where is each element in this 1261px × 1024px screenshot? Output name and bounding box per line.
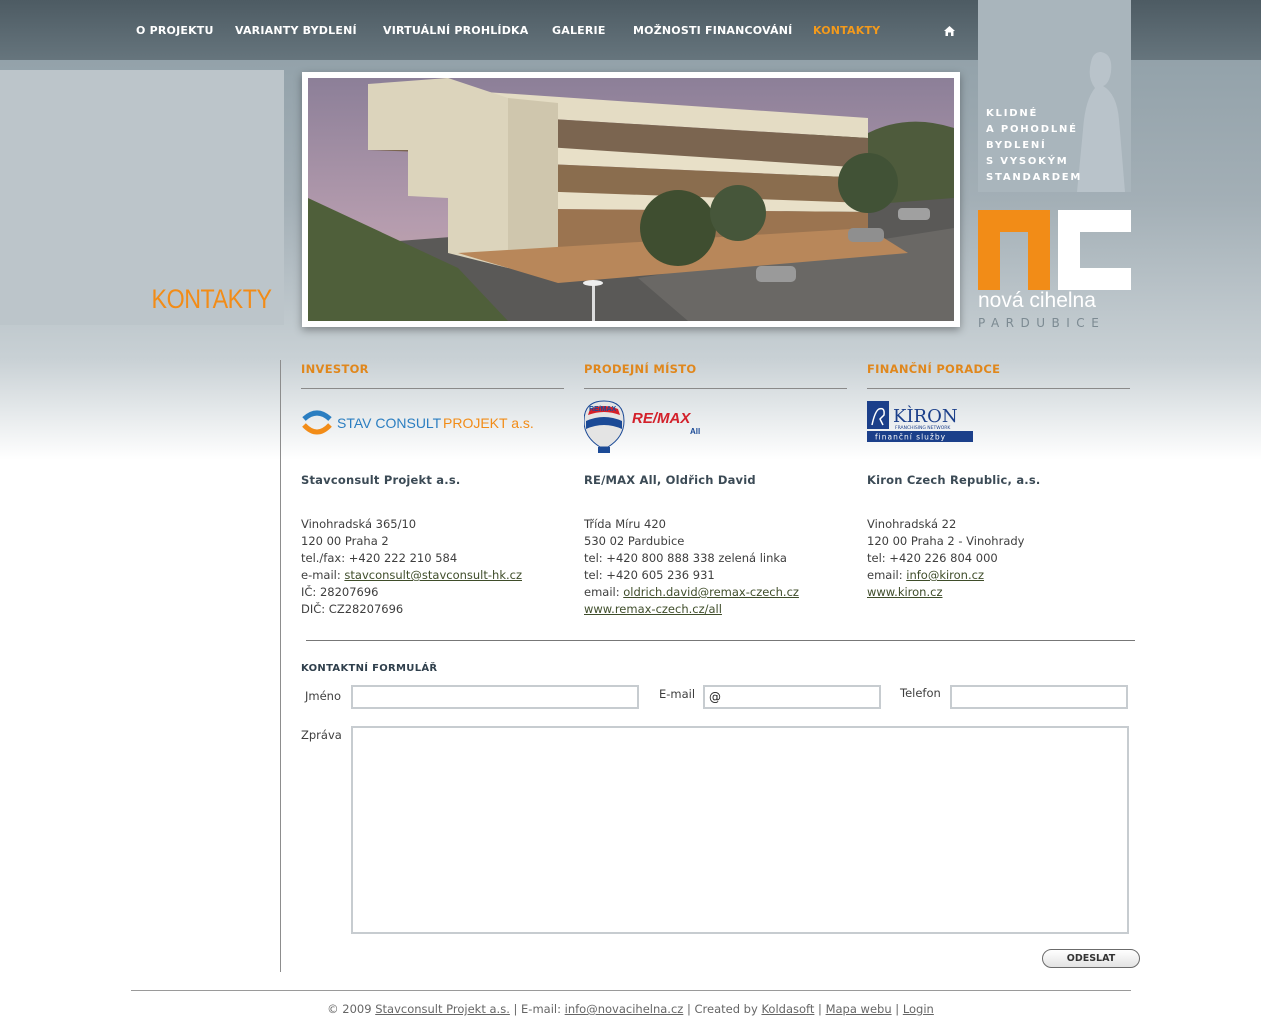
email-line: email: oldrich.david@remax-czech.cz bbox=[584, 584, 847, 601]
contact-column-investor: INVESTOR STAV CONSULT PROJEKT a.s. Stavc… bbox=[301, 362, 564, 618]
company-name: Kiron Czech Republic, a.s. bbox=[867, 473, 1041, 487]
address-line: 120 00 Praha 2 bbox=[301, 534, 389, 548]
kiron-logo-icon: KÌRON FRANCHISING NETWORK finanční služb… bbox=[867, 401, 973, 442]
web-link[interactable]: www.kiron.cz bbox=[867, 585, 943, 599]
logo-text-part: RE/MAX bbox=[632, 410, 691, 427]
column-heading: INVESTOR bbox=[301, 362, 564, 389]
logo-text-part: finanční služby bbox=[875, 433, 946, 442]
footer-sitemap-link[interactable]: Mapa webu bbox=[826, 1002, 892, 1016]
tagline-line: A POHODLNÉ bbox=[986, 124, 1078, 135]
logo-subtext: PARDUBICE bbox=[978, 316, 1105, 330]
logo-text-part: FRANCHISING NETWORK bbox=[895, 425, 951, 431]
tagline: KLIDNÉ A POHODLNÉ BYDLENÍ S VYSOKÝM STAN… bbox=[986, 106, 1126, 186]
email-link[interactable]: info@kiron.cz bbox=[906, 568, 984, 582]
web-link[interactable]: www.remax-czech.cz/all bbox=[584, 602, 722, 616]
phone-line: tel: +420 605 236 931 bbox=[584, 568, 715, 582]
tagline-line: STANDARDEM bbox=[986, 172, 1083, 183]
nav-item-galerie[interactable]: GALERIE bbox=[552, 24, 606, 37]
footer-divider bbox=[131, 990, 1131, 991]
logo-text-part: RE/MAX bbox=[589, 406, 617, 413]
kiron-logo: KÌRON FRANCHISING NETWORK finanční služb… bbox=[867, 399, 1130, 463]
phone-line: tel: +420 800 888 338 zelená linka bbox=[584, 551, 787, 565]
contact-column-financni-poradce: FINANČNÍ PORADCE KÌRON FRANCHISING NETWO… bbox=[867, 362, 1130, 601]
section-divider bbox=[306, 640, 1135, 641]
logo-text-part: STAV CONSULT bbox=[337, 415, 442, 431]
address-line: Třída Míru 420 bbox=[584, 517, 666, 531]
nav-item-moznosti-financovani[interactable]: MOŽNOSTI FINANCOVÁNÍ bbox=[633, 24, 792, 37]
submit-button[interactable]: ODESLAT bbox=[1042, 949, 1140, 968]
email-label: E-mail bbox=[659, 687, 696, 701]
hero-building-image bbox=[308, 78, 954, 321]
nav-item-kontakty[interactable]: KONTAKTY bbox=[813, 24, 880, 37]
address-line: 530 02 Pardubice bbox=[584, 534, 685, 548]
phone-line: tel: +420 226 804 000 bbox=[867, 551, 998, 565]
home-icon[interactable] bbox=[943, 24, 956, 37]
email-label: email: bbox=[867, 568, 907, 582]
email-line: email: info@kiron.cz bbox=[867, 567, 1130, 584]
footer-created-by: | Created by bbox=[683, 1002, 762, 1016]
stav-consult-logo-icon: STAV CONSULT PROJEKT a.s. bbox=[302, 410, 534, 435]
tagline-line: BYDLENÍ bbox=[986, 140, 1047, 151]
email-label: e-mail: bbox=[301, 568, 345, 582]
logo-text-part: KÌRON bbox=[893, 404, 958, 427]
email-field[interactable] bbox=[703, 685, 881, 709]
message-label: Zpráva bbox=[301, 728, 342, 742]
email-link[interactable]: oldrich.david@remax-czech.cz bbox=[623, 585, 799, 599]
phone-label: Telefon bbox=[900, 686, 941, 700]
footer-creator-link[interactable]: Koldasoft bbox=[761, 1002, 814, 1016]
column-heading: PRODEJNÍ MÍSTO bbox=[584, 362, 847, 389]
hero-image-frame bbox=[302, 72, 960, 327]
remax-balloon-logo-icon: RE/MAX RE/MAX All bbox=[583, 400, 700, 453]
nav-item-virtualni-prohlidka[interactable]: VIRTUÁLNÍ PROHLÍDKA bbox=[383, 24, 529, 37]
ic-line: IČ: 28207696 bbox=[301, 585, 379, 599]
name-label: Jméno bbox=[305, 689, 341, 703]
nav-item-o-projektu[interactable]: O PROJEKTU bbox=[136, 24, 214, 37]
remax-logo: RE/MAX RE/MAX All bbox=[583, 399, 847, 463]
logo-text: nová cihelna bbox=[978, 289, 1096, 312]
footer-separator: | bbox=[814, 1002, 826, 1016]
footer: © 2009 Stavconsult Projekt a.s. | E-mail… bbox=[0, 1002, 1261, 1016]
logo-text-part: PROJEKT a.s. bbox=[443, 415, 534, 431]
email-link[interactable]: stavconsult@stavconsult-hk.cz bbox=[344, 568, 522, 582]
phone-line: tel./fax: +420 222 210 584 bbox=[301, 551, 458, 565]
form-title: KONTAKTNÍ FORMULÁŘ bbox=[301, 663, 438, 674]
vertical-divider bbox=[280, 360, 281, 972]
web-line: www.remax-czech.cz/all bbox=[584, 601, 847, 618]
address-line: Vinohradská 22 bbox=[867, 517, 957, 531]
email-label: email: bbox=[584, 585, 624, 599]
footer-login-link[interactable]: Login bbox=[903, 1002, 934, 1016]
contact-details: Vinohradská 365/10 120 00 Praha 2 tel./f… bbox=[301, 516, 564, 618]
company-name: Stavconsult Projekt a.s. bbox=[301, 473, 461, 487]
footer-separator: | bbox=[891, 1002, 903, 1016]
footer-email-link[interactable]: info@novacihelna.cz bbox=[565, 1002, 684, 1016]
stav-consult-logo: STAV CONSULT PROJEKT a.s. bbox=[301, 399, 564, 463]
tagline-line: KLIDNÉ bbox=[986, 108, 1039, 119]
dic-line: DIČ: CZ28207696 bbox=[301, 602, 404, 616]
page-title-panel: KONTAKTY bbox=[0, 70, 284, 325]
footer-email-label: | E-mail: bbox=[509, 1002, 565, 1016]
logo-text-part: All bbox=[690, 427, 700, 436]
footer-copyright: © 2009 bbox=[327, 1002, 376, 1016]
name-field[interactable] bbox=[351, 685, 639, 709]
tagline-line: S VYSOKÝM bbox=[986, 156, 1069, 167]
address-line: 120 00 Praha 2 - Vinohrady bbox=[867, 534, 1025, 548]
page-title: KONTAKTY bbox=[152, 284, 272, 314]
address-line: Vinohradská 365/10 bbox=[301, 517, 417, 531]
column-heading: FINANČNÍ PORADCE bbox=[867, 362, 1130, 389]
phone-field[interactable] bbox=[950, 685, 1128, 709]
nav-item-varianty-bydleni[interactable]: VARIANTY BYDLENÍ bbox=[235, 24, 357, 37]
footer-company-link[interactable]: Stavconsult Projekt a.s. bbox=[375, 1002, 510, 1016]
company-name: RE/MAX All, Oldřich David bbox=[584, 473, 756, 487]
web-line: www.kiron.cz bbox=[867, 584, 1130, 601]
message-field[interactable] bbox=[351, 726, 1129, 934]
contact-details: Třída Míru 420 530 02 Pardubice tel: +42… bbox=[584, 516, 847, 618]
contact-column-prodejni-misto: PRODEJNÍ MÍSTO RE/MAX RE/MAX All RE/MAX … bbox=[583, 362, 847, 618]
tagline-box: KLIDNÉ A POHODLNÉ BYDLENÍ S VYSOKÝM STAN… bbox=[978, 0, 1131, 192]
contact-details: Vinohradská 22 120 00 Praha 2 - Vinohrad… bbox=[867, 516, 1130, 601]
email-line: e-mail: stavconsult@stavconsult-hk.cz bbox=[301, 567, 564, 584]
nova-cihelna-logo: nová cihelna PARDUBICE bbox=[978, 210, 1131, 330]
